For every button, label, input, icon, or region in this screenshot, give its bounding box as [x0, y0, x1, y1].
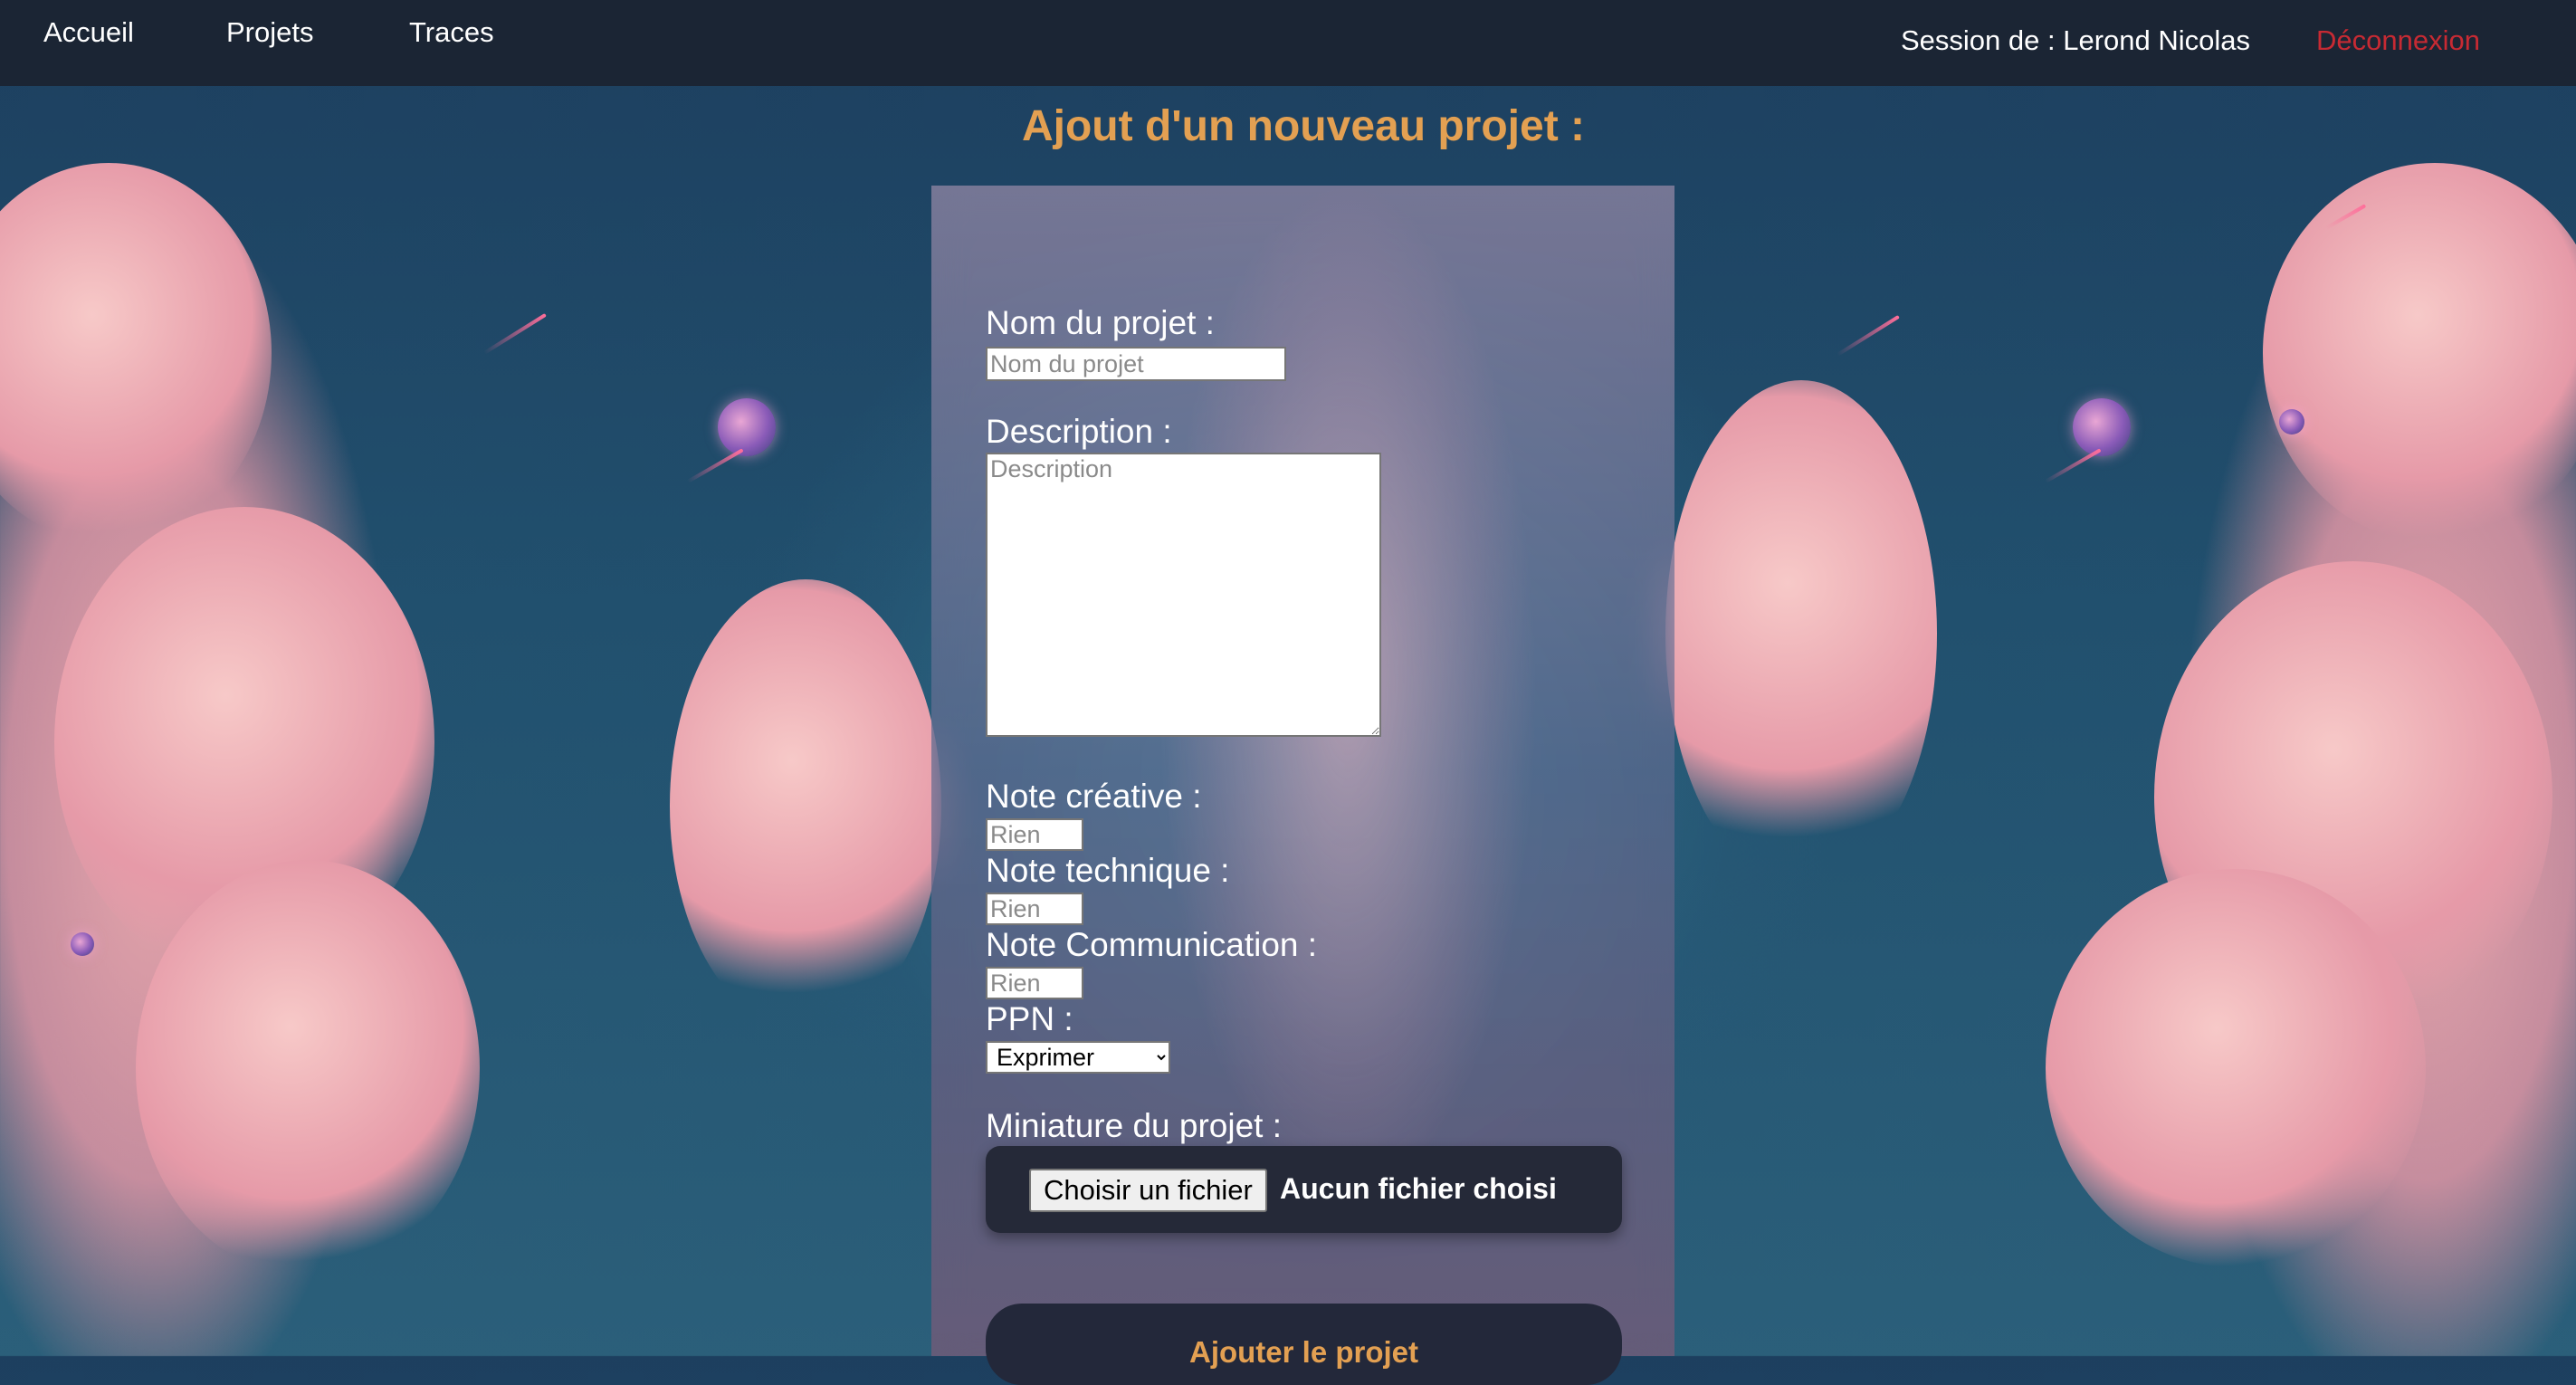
description-label: Description : [986, 413, 1172, 450]
note-communication-label: Note Communication : [986, 926, 1318, 963]
nav-link-accueil[interactable]: Accueil [43, 16, 134, 49]
description-textarea[interactable] [986, 453, 1381, 737]
navbar: Accueil Projets Traces Session de : Lero… [0, 0, 2576, 86]
add-project-button[interactable]: Ajouter le projet [986, 1304, 1622, 1385]
session-label: Session de : Lerond Nicolas [1901, 24, 2251, 56]
ppn-select[interactable]: Exprimer [986, 1041, 1170, 1074]
file-status-text: Aucun fichier choisi [1280, 1172, 1557, 1205]
nav-link-traces[interactable]: Traces [409, 16, 494, 49]
background-cloud [1665, 380, 1937, 887]
background-cloud [0, 163, 272, 543]
background-cloud [136, 860, 480, 1276]
choose-file-button[interactable]: Choisir un fichier [1029, 1169, 1267, 1212]
file-upload-box: Choisir un fichier Aucun fichier choisi [986, 1146, 1622, 1233]
background-planet [2279, 409, 2304, 435]
project-name-input[interactable] [986, 347, 1286, 381]
background-streak [687, 448, 744, 483]
note-technique-input[interactable] [986, 893, 1083, 925]
note-creative-input[interactable] [986, 818, 1083, 851]
background-streak [2045, 448, 2102, 483]
background-streak [482, 312, 547, 355]
background-cloud [2046, 869, 2426, 1267]
nav-link-projets[interactable]: Projets [226, 16, 313, 49]
background-cloud [2263, 163, 2576, 543]
ppn-label: PPN : [986, 1000, 1073, 1037]
logout-link[interactable]: Déconnexion [2316, 24, 2480, 57]
note-creative-label: Note créative : [986, 778, 1202, 815]
note-communication-input[interactable] [986, 967, 1083, 999]
page-title: Ajout d'un nouveau projet : [1021, 102, 1586, 150]
background-planet [71, 932, 94, 956]
background-planet [2073, 398, 2131, 456]
background-cloud [670, 579, 941, 1032]
note-technique-label: Note technique : [986, 852, 1230, 889]
background-streak [1836, 314, 1900, 357]
project-name-label: Nom du projet : [986, 304, 1215, 341]
thumbnail-label: Miniature du projet : [986, 1107, 1283, 1144]
background-planet [718, 398, 776, 456]
